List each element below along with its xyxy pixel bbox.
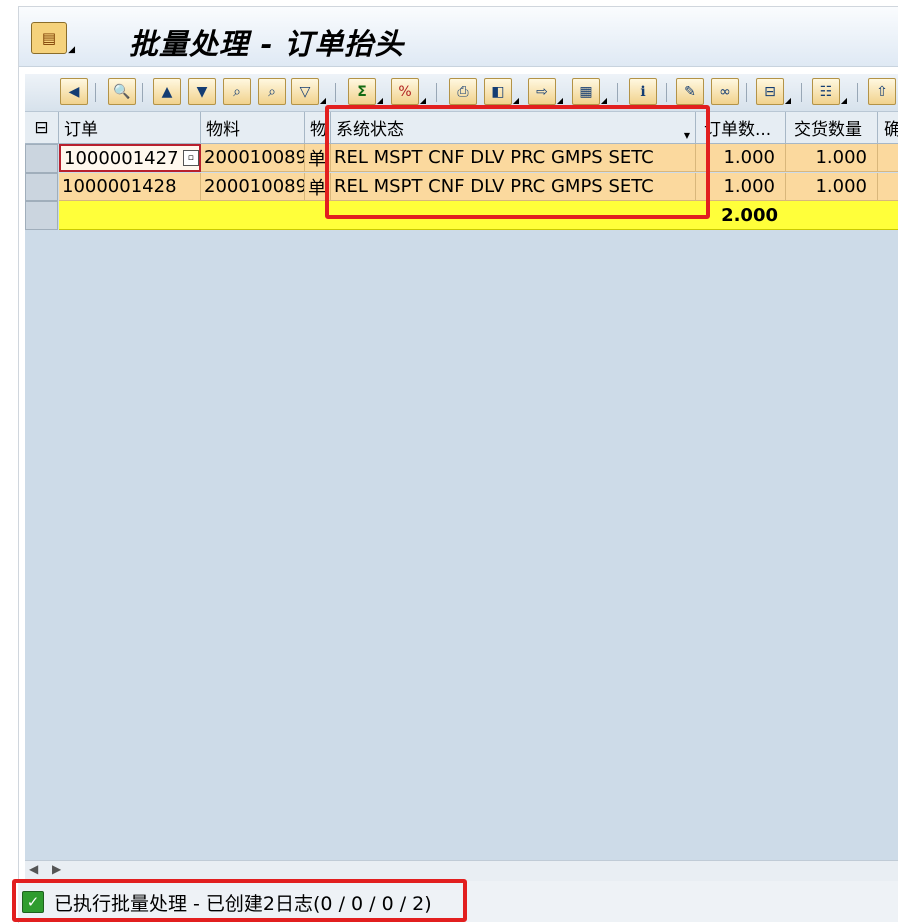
column-settings-icon[interactable]: ☷ ◢ (812, 78, 847, 105)
sum-icon[interactable]: Σ ◢ (348, 78, 383, 105)
table-cell-delivered-qty[interactable]: 1.000 (786, 144, 878, 172)
table-cell-material[interactable]: 200010089 (201, 173, 305, 201)
row-selector[interactable] (25, 201, 58, 230)
view-icon[interactable]: ◧ ◢ (484, 78, 519, 105)
column-header-order[interactable]: 订单 (59, 112, 201, 144)
details-icon[interactable]: 🔍 (108, 78, 136, 105)
row-selector[interactable] (25, 173, 58, 201)
print-icon[interactable]: ⎙ (449, 78, 477, 105)
back-arrow-icon[interactable]: ◀ (60, 78, 88, 105)
export-icon[interactable]: ⇨ ◢ (528, 78, 563, 105)
sort-ascending-icon[interactable]: ▲ (153, 78, 181, 105)
filter-icon[interactable]: ▽ ◢ (291, 78, 326, 105)
total-order-qty: 2.000 (721, 205, 778, 226)
layout-icon[interactable]: ▦ ◢ (572, 78, 607, 105)
title-bar: ▤ ◢ 批量处理 - 订单抬头 (19, 7, 898, 67)
info-icon[interactable]: i (629, 78, 657, 105)
display-glasses-icon[interactable]: ∞ (711, 78, 739, 105)
find-next-icon[interactable]: ⌕ (258, 78, 286, 105)
column-header-confirm[interactable]: 确 (878, 112, 898, 144)
select-all-icon[interactable]: ⊟ (25, 112, 59, 144)
table-cell-order[interactable]: 1000001428 (59, 173, 201, 201)
row-selector[interactable] (25, 144, 58, 173)
page-title: 批量处理 - 订单抬头 (129, 27, 405, 61)
find-icon[interactable]: ⌕ (223, 78, 251, 105)
sort-descending-icon[interactable]: ▼ (188, 78, 216, 105)
subtotal-icon[interactable]: % ◢ (391, 78, 426, 105)
horizontal-scrollbar[interactable]: ◀ ▶ (25, 860, 898, 881)
table-cell-confirm[interactable] (878, 144, 898, 172)
hierarchy-icon[interactable]: ⊟ ◢ (756, 78, 791, 105)
more-icon[interactable]: ⇧ (868, 78, 896, 105)
status-message-highlight (12, 879, 467, 922)
column-header-material[interactable]: 物料 (201, 112, 305, 144)
edit-pencil-icon[interactable]: ✎ (676, 78, 704, 105)
table-cell-order[interactable]: 1000001427 ▫ (59, 144, 201, 172)
value-help-icon[interactable]: ▫ (182, 150, 199, 166)
system-status-highlight (325, 105, 710, 219)
table-cell-delivered-qty[interactable]: 1.000 (786, 173, 878, 201)
table-cell-material[interactable]: 200010089 (201, 144, 305, 172)
scroll-right-icon[interactable]: ▶ (52, 862, 61, 876)
table-cell-confirm[interactable] (878, 173, 898, 201)
scroll-left-icon[interactable]: ◀ (29, 862, 38, 876)
column-header-delivered-qty[interactable]: 交货数量 (786, 112, 878, 144)
transaction-menu-icon[interactable]: ▤ ◢ (31, 22, 75, 55)
